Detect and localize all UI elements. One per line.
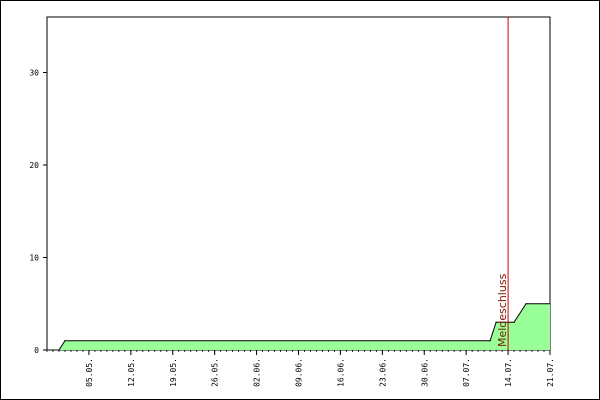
x-tick-label: 14.07.: [504, 358, 513, 387]
x-tick-label: 21.07.: [546, 358, 555, 387]
x-tick-label: 23.06.: [378, 358, 387, 387]
x-tick-label: 07.07.: [462, 358, 471, 387]
data-point: [489, 340, 491, 342]
data-point: [525, 303, 527, 305]
x-tick-label: 05.05.: [85, 358, 94, 387]
x-tick-label: 09.06.: [295, 358, 304, 387]
data-point: [64, 340, 66, 342]
x-tick-label: 30.06.: [420, 358, 429, 387]
y-tick-label: 10: [29, 254, 39, 263]
chart-svg: 05.05. 12.05. 19.05. 26.05. 02.06. 09.06. 16.0…: [0, 0, 600, 400]
chart-canvas: 05.05. 12.05. 19.05. 26.05. 02.06. 09.06. 16.0…: [0, 0, 600, 400]
annotation-label: Meldeschluss: [496, 273, 509, 347]
x-tick-label: 12.05.: [127, 358, 136, 387]
y-tick-label: 20: [29, 161, 39, 170]
data-point: [549, 303, 551, 305]
x-tick-label: 19.05.: [169, 358, 178, 387]
x-tick-label: 16.06.: [336, 358, 345, 387]
x-tick-label: 02.06.: [253, 358, 262, 387]
y-tick-label: 30: [29, 69, 39, 78]
y-tick-label: 0: [34, 346, 39, 355]
x-tick-label: 26.05.: [211, 358, 220, 387]
data-point: [513, 321, 515, 323]
